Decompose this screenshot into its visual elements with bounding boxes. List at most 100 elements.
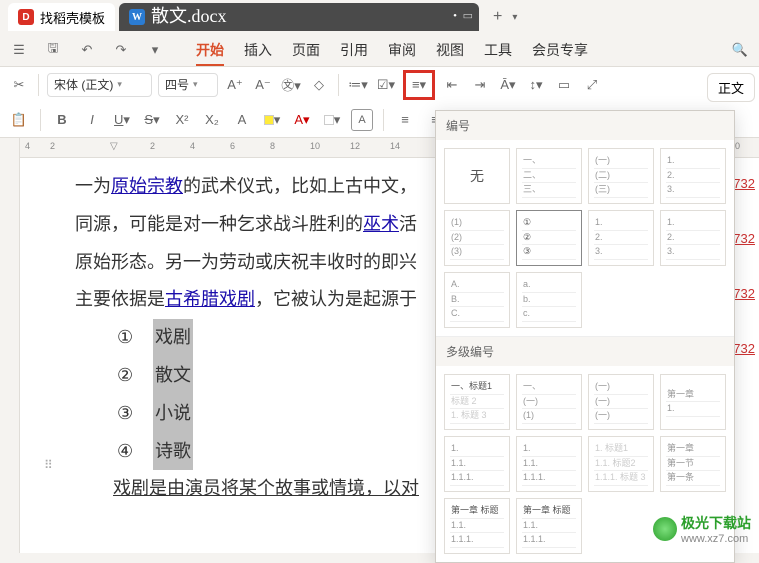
bold-button[interactable]: B bbox=[51, 109, 73, 131]
word-icon: W bbox=[129, 9, 145, 25]
numbering-option[interactable]: (一)(二)(三) bbox=[588, 148, 654, 204]
char-border-button[interactable]: A bbox=[351, 109, 373, 131]
tab-page[interactable]: 页面 bbox=[292, 40, 320, 60]
font-name-select[interactable]: 宋体 (正文)▾ bbox=[47, 73, 152, 97]
redo-icon[interactable]: ↷ bbox=[110, 39, 132, 61]
tab-member[interactable]: 会员专享 bbox=[532, 40, 588, 60]
paragraph-icon[interactable]: ▭ bbox=[553, 74, 575, 96]
list-item[interactable]: ④诗歌 bbox=[117, 433, 435, 471]
quick-access-dropdown-icon[interactable]: ▾ bbox=[144, 39, 166, 61]
list-item[interactable]: ③小说 bbox=[117, 395, 435, 433]
ruler-vertical[interactable] bbox=[0, 138, 20, 553]
text-effects-icon[interactable]: Ā▾ bbox=[497, 74, 519, 96]
font-size-label: 四号 bbox=[165, 76, 189, 93]
multilevel-option[interactable]: (一) (一) (一) bbox=[588, 374, 654, 430]
dropdown-header-multilevel: 多级编号 bbox=[436, 336, 734, 366]
superscript-button[interactable]: X² bbox=[171, 109, 193, 131]
italic-button[interactable]: I bbox=[81, 109, 103, 131]
numbering-option[interactable]: 1.2.3. bbox=[660, 210, 726, 266]
save-icon[interactable]: 🖫 bbox=[42, 39, 64, 61]
indent-marker-icon[interactable]: ▽ bbox=[110, 141, 118, 152]
underline-button[interactable]: U▾ bbox=[111, 109, 133, 131]
font-style-a-button[interactable]: A bbox=[231, 109, 253, 131]
toolbar-row-1: ✂ 宋体 (正文)▾ 四号▾ A⁺ A⁻ ㉆▾ ◇ ≔▾ ☑▾ ≡▾ ⇤ ⇥ Ā… bbox=[0, 66, 759, 102]
tab-template[interactable]: D 找稻壳模板 bbox=[8, 3, 115, 31]
tab-insert[interactable]: 插入 bbox=[244, 40, 272, 60]
tab-reference[interactable]: 引用 bbox=[340, 40, 368, 60]
grow-font-icon[interactable]: A⁺ bbox=[224, 74, 246, 96]
tab-view[interactable]: 视图 bbox=[436, 40, 464, 60]
dots-icon[interactable]: • bbox=[453, 5, 457, 28]
expand-icon[interactable]: ⤢ bbox=[581, 74, 603, 96]
tab-review[interactable]: 审阅 bbox=[388, 40, 416, 60]
docer-icon: D bbox=[18, 9, 34, 25]
list-item[interactable]: ①戏剧 bbox=[117, 319, 435, 357]
numbering-option[interactable]: 一、二、三、 bbox=[516, 148, 582, 204]
watermark-url: www.xz7.com bbox=[681, 533, 751, 545]
numbering-icon[interactable]: ≡▾ bbox=[408, 74, 430, 96]
paragraph-line[interactable]: 原始形态。另一为劳动或庆祝丰收时的即兴 bbox=[75, 244, 435, 282]
list-item[interactable]: ②散文 bbox=[117, 357, 435, 395]
font-color-button[interactable]: A▾ bbox=[291, 109, 313, 131]
numbering-option[interactable]: (1)(2)(3) bbox=[444, 210, 510, 266]
subscript-button[interactable]: X₂ bbox=[201, 109, 223, 131]
multilevel-option[interactable]: 一、(一) (1) bbox=[516, 374, 582, 430]
paste-icon[interactable]: 📋 bbox=[8, 109, 30, 131]
numbering-dropdown: 编号 无 一、二、三、 (一)(二)(三) 1.2.3. (1)(2)(3) ①… bbox=[435, 110, 735, 563]
multilevel-option[interactable]: 第一章 标题1.1.1.1.1. bbox=[516, 498, 582, 554]
tab-start[interactable]: 开始 bbox=[196, 40, 224, 60]
bullets-icon[interactable]: ≔▾ bbox=[347, 74, 369, 96]
multilevel-option[interactable]: 1.1.1.1.1.1. bbox=[516, 436, 582, 492]
monitor-icon[interactable]: ▭ bbox=[463, 5, 473, 28]
numbering-option[interactable]: a.b.c. bbox=[516, 272, 582, 328]
font-size-select[interactable]: 四号▾ bbox=[158, 73, 218, 97]
align-left-icon[interactable]: ≡ bbox=[394, 109, 416, 131]
cut-icon[interactable]: ✂ bbox=[8, 74, 30, 96]
line-spacing-icon[interactable]: ↕▾ bbox=[525, 74, 547, 96]
numbering-option[interactable]: 1.2.3. bbox=[660, 148, 726, 204]
undo-icon[interactable]: ↶ bbox=[76, 39, 98, 61]
font-name-label: 宋体 (正文) bbox=[54, 76, 113, 93]
numbering-option[interactable]: A.B.C. bbox=[444, 272, 510, 328]
shrink-font-icon[interactable]: A⁻ bbox=[252, 74, 274, 96]
highlight-color-button[interactable]: ▾ bbox=[261, 109, 283, 131]
menu-hamburger-icon[interactable]: ☰ bbox=[8, 39, 30, 61]
link-wushu[interactable]: 巫术 bbox=[363, 214, 399, 234]
increase-indent-icon[interactable]: ⇥ bbox=[469, 74, 491, 96]
paragraph-line[interactable]: 戏剧是由演员将某个故事或情境，以对 bbox=[75, 470, 435, 508]
multilevel-option[interactable]: 第一章 1. bbox=[660, 374, 726, 430]
multilevel-option[interactable]: 1.1.1.1.1.1. bbox=[444, 436, 510, 492]
clear-format-icon[interactable]: ◇ bbox=[308, 74, 330, 96]
phonetic-icon[interactable]: ㉆▾ bbox=[280, 74, 302, 96]
strike-button[interactable]: S▾ bbox=[141, 109, 163, 131]
multilevel-option[interactable]: 1. 标题11.1. 标题21.1.1. 标题 3 bbox=[588, 436, 654, 492]
tab-dropdown-icon[interactable]: ▾ bbox=[512, 12, 517, 23]
paragraph-line[interactable]: 同源，可能是对一种乞求战斗胜利的巫术活 bbox=[75, 206, 435, 244]
style-normal-button[interactable]: 正文 bbox=[707, 73, 755, 102]
paragraph-line[interactable]: 主要依据是古希腊戏剧，它被认为是起源于 bbox=[75, 281, 435, 319]
numbering-button-highlight: ≡▾ bbox=[403, 70, 435, 100]
search-icon[interactable]: 🔍 bbox=[729, 39, 751, 61]
numbering-option[interactable]: ①②③ bbox=[516, 210, 582, 266]
watermark-logo-icon bbox=[653, 517, 677, 541]
multilevel-option[interactable]: 一、标题1 标题 2 1. 标题 3 bbox=[444, 374, 510, 430]
watermark: 极光下载站 www.xz7.com bbox=[653, 513, 751, 545]
paragraph-line[interactable]: 一为原始宗教的武术仪式，比如上古中文， bbox=[75, 168, 435, 206]
link-religion[interactable]: 原始宗教 bbox=[111, 176, 183, 196]
new-tab-button[interactable]: + bbox=[483, 8, 512, 26]
titlebar: D 找稻壳模板 W 散文.docx ▭ • + ▾ bbox=[0, 0, 759, 34]
decrease-indent-icon[interactable]: ⇤ bbox=[441, 74, 463, 96]
watermark-name: 极光下载站 bbox=[681, 513, 751, 533]
drag-handle-icon[interactable]: ⠿ bbox=[44, 458, 50, 472]
multilevel-option[interactable]: 第一章 标题1.1.1.1.1. bbox=[444, 498, 510, 554]
multilevel-option[interactable]: 第一章第一节第一条 bbox=[660, 436, 726, 492]
link-greek[interactable]: 古希腊戏剧 bbox=[165, 289, 255, 309]
numbering-option[interactable]: 1.2.3. bbox=[588, 210, 654, 266]
numbering-none[interactable]: 无 bbox=[444, 148, 510, 204]
tab-tools[interactable]: 工具 bbox=[484, 40, 512, 60]
tab-template-label: 找稻壳模板 bbox=[40, 8, 105, 27]
shading-button[interactable]: ▾ bbox=[321, 109, 343, 131]
tab-document[interactable]: W 散文.docx ▭ • bbox=[119, 3, 479, 31]
menubar: ☰ 🖫 ↶ ↷ ▾ 开始 插入 页面 引用 审阅 视图 工具 会员专享 🔍 bbox=[0, 34, 759, 66]
checklist-icon[interactable]: ☑▾ bbox=[375, 74, 397, 96]
